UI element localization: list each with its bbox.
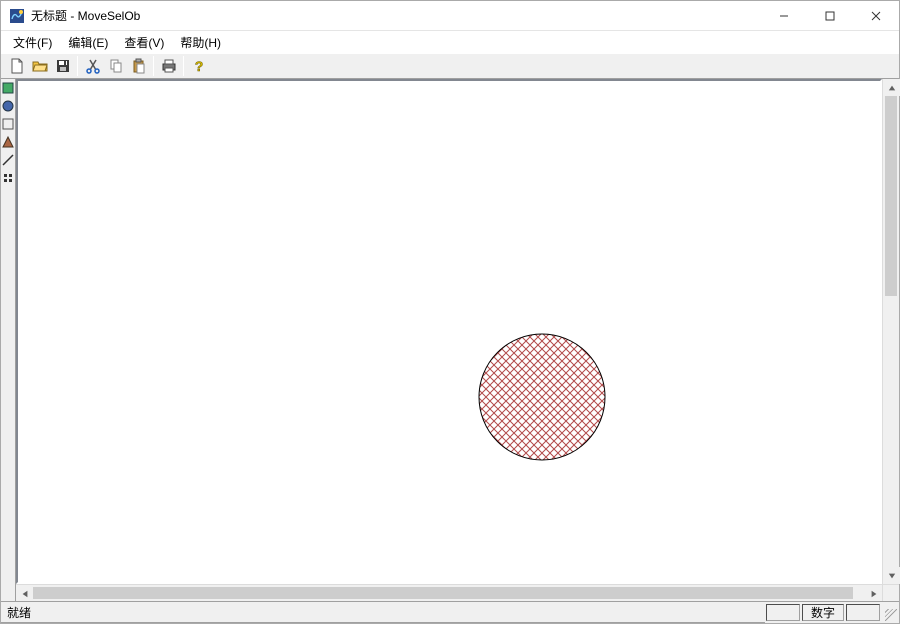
menubar: 文件(F) 编辑(E) 查看(V) 帮助(H) [1, 31, 899, 53]
close-button[interactable] [853, 1, 899, 30]
help-icon: ? [191, 58, 207, 74]
toolbar-separator [153, 56, 154, 76]
svg-text:?: ? [194, 58, 203, 74]
titlebar[interactable]: 无标题 - MoveSelOb [1, 1, 899, 31]
status-numlock: 数字 [802, 604, 844, 621]
save-icon [55, 58, 71, 74]
copy-icon [108, 58, 124, 74]
tool-icon [2, 154, 14, 166]
save-button[interactable] [51, 55, 74, 77]
scroll-left-icon[interactable] [16, 585, 33, 602]
horizontal-scrollbar[interactable] [16, 584, 882, 601]
app-window: 无标题 - MoveSelOb 文件(F) 编辑(E) 查看(V) 帮助(H) [0, 0, 900, 624]
hscroll-row [16, 584, 899, 601]
minimize-button[interactable] [761, 1, 807, 30]
new-file-icon [9, 58, 25, 74]
paste-button[interactable] [127, 55, 150, 77]
help-button[interactable]: ? [187, 55, 210, 77]
status-pane-3 [846, 604, 880, 621]
toolbar-separator [77, 56, 78, 76]
scroll-up-icon[interactable] [883, 79, 900, 96]
maximize-button[interactable] [807, 1, 853, 30]
new-button[interactable] [5, 55, 28, 77]
side-tool-3[interactable] [2, 117, 14, 131]
menu-file[interactable]: 文件(F) [5, 32, 60, 53]
menu-edit[interactable]: 编辑(E) [60, 32, 116, 53]
print-icon [161, 58, 177, 74]
canvas[interactable] [16, 79, 882, 584]
cut-button[interactable] [81, 55, 104, 77]
app-icon [9, 8, 25, 24]
side-toolbar [1, 79, 15, 601]
tool-icon [2, 82, 14, 94]
paste-icon [131, 58, 147, 74]
toolbar-separator [183, 56, 184, 76]
vscroll-track[interactable] [883, 96, 899, 567]
scroll-right-icon[interactable] [865, 585, 882, 602]
copy-button[interactable] [104, 55, 127, 77]
open-button[interactable] [28, 55, 51, 77]
tool-icon [2, 118, 14, 130]
side-tool-6[interactable] [2, 171, 14, 185]
vertical-scrollbar[interactable] [882, 79, 899, 584]
side-tool-1[interactable] [2, 81, 14, 95]
tool-icon [2, 172, 14, 184]
window-controls [761, 1, 899, 30]
toolbar: ? [1, 53, 899, 79]
menu-help[interactable]: 帮助(H) [172, 32, 229, 53]
menu-view[interactable]: 查看(V) [116, 32, 172, 53]
circle-shape[interactable] [478, 333, 606, 461]
scroll-down-icon[interactable] [883, 567, 900, 584]
statusbar: 就绪 数字 [1, 601, 899, 623]
open-folder-icon [32, 58, 48, 74]
vscroll-thumb[interactable] [885, 96, 897, 296]
window-title: 无标题 - MoveSelOb [31, 7, 140, 24]
tool-icon [2, 100, 14, 112]
status-pane-1 [766, 604, 800, 621]
side-tool-4[interactable] [2, 135, 14, 149]
cut-icon [85, 58, 101, 74]
resize-grip-icon[interactable] [881, 602, 899, 623]
print-button[interactable] [157, 55, 180, 77]
client-wrap [15, 79, 899, 601]
canvas-inner [18, 81, 880, 582]
side-tool-2[interactable] [2, 99, 14, 113]
body-row [1, 79, 899, 601]
tool-icon [2, 136, 14, 148]
scroll-corner [882, 584, 899, 601]
side-tool-5[interactable] [2, 153, 14, 167]
hscroll-thumb[interactable] [33, 587, 853, 599]
status-ready: 就绪 [1, 602, 765, 623]
hscroll-track[interactable] [33, 585, 865, 601]
